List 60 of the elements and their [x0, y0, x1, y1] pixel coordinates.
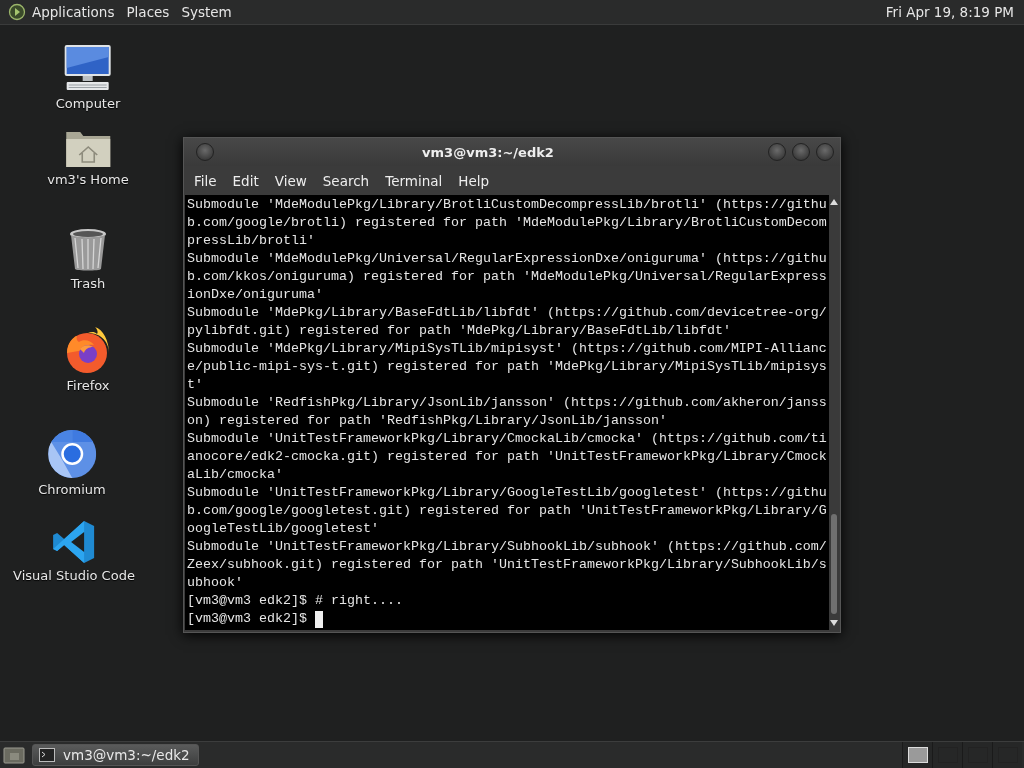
vscode-icon: [52, 520, 96, 564]
terminal-line: [vm3@vm3 edk2]$ # right....: [187, 592, 404, 610]
menu-item[interactable]: Search: [316, 168, 376, 193]
desktop-icon-label[interactable]: Trash: [70, 276, 106, 291]
clock[interactable]: Fri Apr 19, 8:19 PM: [883, 4, 1016, 20]
show-desktop-icon[interactable]: [2, 745, 26, 765]
text-cursor: [315, 610, 323, 628]
desktop-icon-label[interactable]: Firefox: [66, 378, 110, 393]
panel-menu[interactable]: System: [175, 1, 238, 23]
panel-menu[interactable]: Applications: [26, 1, 121, 23]
menu-item[interactable]: Terminal: [379, 168, 449, 193]
terminal-line: t': [187, 376, 204, 394]
window-menu-button[interactable]: [196, 143, 214, 161]
firefox-icon: [64, 326, 112, 374]
desktop-icon-label[interactable]: Computer: [55, 96, 121, 111]
scrollbar[interactable]: [828, 195, 839, 630]
terminal-line: Submodule 'MdePkg/Library/BaseFdtLib/libfdt' (https://github.com/devicetree-org/: [187, 304, 827, 322]
terminal-line: b.com/google/brotli) registered for path 'MdeModulePkg/Library/BrotliCustomDecom: [187, 214, 827, 232]
terminal-line: Submodule 'UnitTestFrameworkPkg/Library/CmockaLib/cmocka' (https://github.com/ti: [187, 430, 827, 448]
menu-logo-icon[interactable]: [8, 3, 26, 21]
menu-item[interactable]: File: [188, 168, 223, 193]
terminal-line: pylibfdt.git) registered for path 'MdePkg/Library/BaseFdtLib/libfdt': [187, 322, 732, 340]
terminal-line: Submodule 'MdeModulePkg/Library/BrotliCustomDecompressLib/brotli' (https://githu: [187, 196, 827, 214]
terminal-line: e/public-mipi-sys-t.git) registered for path 'MdePkg/Library/MipiSysTLib/mipisys: [187, 358, 827, 376]
terminal-line: pressLib/brotli': [187, 232, 316, 250]
maximize-button[interactable]: [792, 143, 810, 161]
trash-icon: [69, 228, 107, 272]
scroll-up-icon[interactable]: [829, 199, 838, 205]
computer-icon: [63, 44, 113, 92]
terminal-line: anocore/edk2-cmocka.git) registered for path 'UnitTestFrameworkPkg/Library/Cmock: [187, 448, 827, 466]
minimize-button[interactable]: [768, 143, 786, 161]
menu-item[interactable]: View: [268, 168, 313, 193]
terminal-line: Submodule 'MdePkg/Library/MipiSysTLib/mipisyst' (https://github.com/MIPI-Allianc: [187, 340, 827, 358]
menu-item[interactable]: Help: [452, 168, 496, 193]
terminal-line: aLib/cmocka': [187, 466, 284, 484]
taskbar-button[interactable]: vm3@vm3:~/edk2: [32, 744, 199, 766]
terminal-line: ubhook': [187, 574, 244, 592]
terminal-line: on) registered for path 'RedfishPkg/Library/JsonLib/jansson': [187, 412, 668, 430]
terminal-line: Submodule 'UnitTestFrameworkPkg/Library/GoogleTestLib/googletest' (https://githu: [187, 484, 827, 502]
menu-item[interactable]: Edit: [226, 168, 265, 193]
terminal-line: [vm3@vm3 edk2]$: [187, 610, 307, 628]
desktop-icon-label[interactable]: vm3's Home: [47, 172, 129, 187]
terminal-line: Submodule 'MdeModulePkg/Universal/RegularExpressionDxe/oniguruma' (https://githu: [187, 250, 827, 268]
terminal-line: oogleTestLib/googletest': [187, 520, 380, 538]
terminal-line: Zeex/subhook.git) registered for path 'UnitTestFrameworkPkg/Library/SubhookLib/s: [187, 556, 827, 574]
terminal-line: Submodule 'UnitTestFrameworkPkg/Library/SubhookLib/subhook' (https://github.com/: [187, 538, 827, 556]
scroll-down-icon[interactable]: [829, 620, 838, 626]
desktop-icon-label[interactable]: Chromium: [38, 482, 106, 497]
terminal-line: ionDxe/oniguruma': [187, 286, 324, 304]
close-button[interactable]: [816, 143, 834, 161]
workspace-button[interactable]: [902, 742, 932, 768]
panel-menu[interactable]: Places: [120, 1, 176, 23]
terminal-line: b.com/kkos/oniguruma) registered for path 'MdeModulePkg/Universal/RegularExpress: [187, 268, 827, 286]
scroll-thumb[interactable]: [830, 514, 837, 614]
window-title: vm3@vm3:~/edk2: [421, 144, 555, 160]
desktop-icon-label[interactable]: Visual Studio Code: [13, 568, 135, 583]
terminal-line: b.com/google/googletest.git) registered for path 'UnitTestFrameworkPkg/Library/G: [187, 502, 827, 520]
chromium-icon: [48, 430, 96, 478]
terminal-icon: [39, 748, 55, 762]
terminal-line: Submodule 'RedfishPkg/Library/JsonLib/jansson' (https://github.com/akheron/janss: [187, 394, 827, 412]
